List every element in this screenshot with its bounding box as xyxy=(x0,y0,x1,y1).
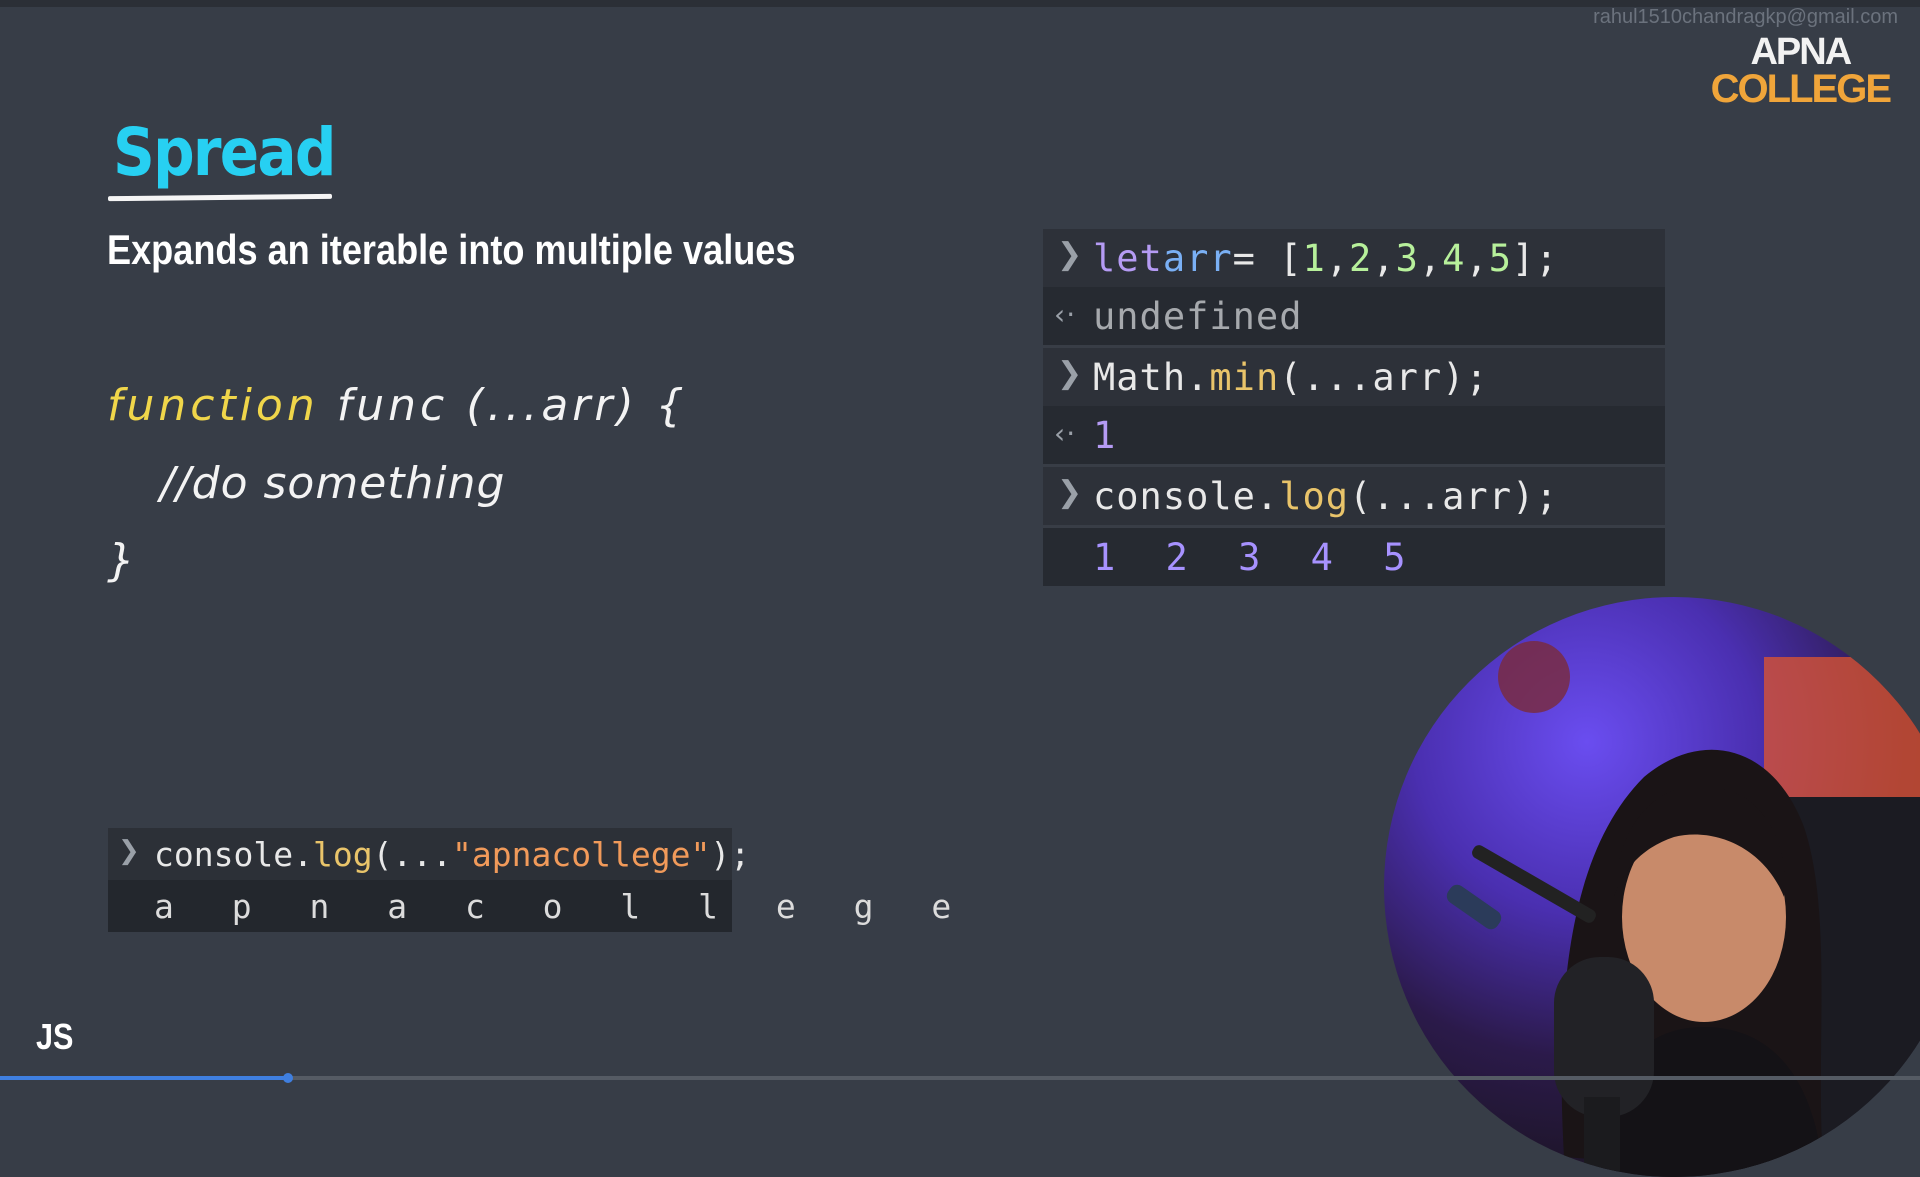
console-input-row: ❯ Math. min (...arr); xyxy=(1043,345,1665,406)
chevron-right-icon: ❯ xyxy=(1057,356,1084,391)
console-result-row: ‹· 1 xyxy=(1054,413,1117,457)
logo-line-1: APNA xyxy=(1750,31,1852,73)
video-progress-bar[interactable] xyxy=(0,1073,1920,1083)
chevron-right-icon: ❯ xyxy=(118,836,140,866)
chevron-right-icon: ❯ xyxy=(1057,237,1084,272)
presenter-image xyxy=(1446,641,1920,1177)
js-label: JS xyxy=(36,1016,74,1057)
code-keyword: function xyxy=(107,380,319,431)
devtools-console-right: ❯ let arr = [1, 2, 3, 4, 5]; ‹· undefine… xyxy=(1043,229,1665,586)
code-line-function: function func (...arr) { xyxy=(107,380,688,431)
webcam-overlay xyxy=(1384,597,1920,1177)
code-line-close: } xyxy=(107,535,139,586)
progress-fill xyxy=(0,1076,288,1080)
watermark-email: rahul1510chandragkp@gmail.com xyxy=(1593,6,1898,28)
console-input-row: ❯ console. log (... "apnacollege"); xyxy=(108,828,750,880)
console-input-row: ❯ let arr = [1, 2, 3, 4, 5]; xyxy=(1043,229,1665,287)
slide-subtitle: Expands an iterable into multiple values xyxy=(107,226,796,273)
code-signature: func (...arr) { xyxy=(336,380,688,431)
chevron-right-icon: ❯ xyxy=(1057,475,1084,510)
console-input-row: ❯ console. log (...arr); xyxy=(1043,464,1665,525)
devtools-console-left: ❯ console. log (... "apnacollege"); a p n a… xyxy=(108,828,971,932)
console-output-row: a p n a c o l l e g e xyxy=(154,886,971,926)
slide-title: Spread xyxy=(113,114,336,191)
return-arrow-icon: ‹· xyxy=(1054,298,1077,331)
console-result-row: ‹· undefined xyxy=(1054,294,1303,338)
apna-college-logo: APNA COLLEGE xyxy=(1710,31,1892,112)
console-output-row: 1 2 3 4 5 xyxy=(1043,525,1665,586)
return-arrow-icon: ‹· xyxy=(1054,417,1077,450)
progress-knob[interactable] xyxy=(283,1073,293,1083)
logo-line-2: COLLEGE xyxy=(1710,67,1892,112)
title-underline xyxy=(107,193,333,202)
code-line-comment: //do something xyxy=(160,458,506,509)
